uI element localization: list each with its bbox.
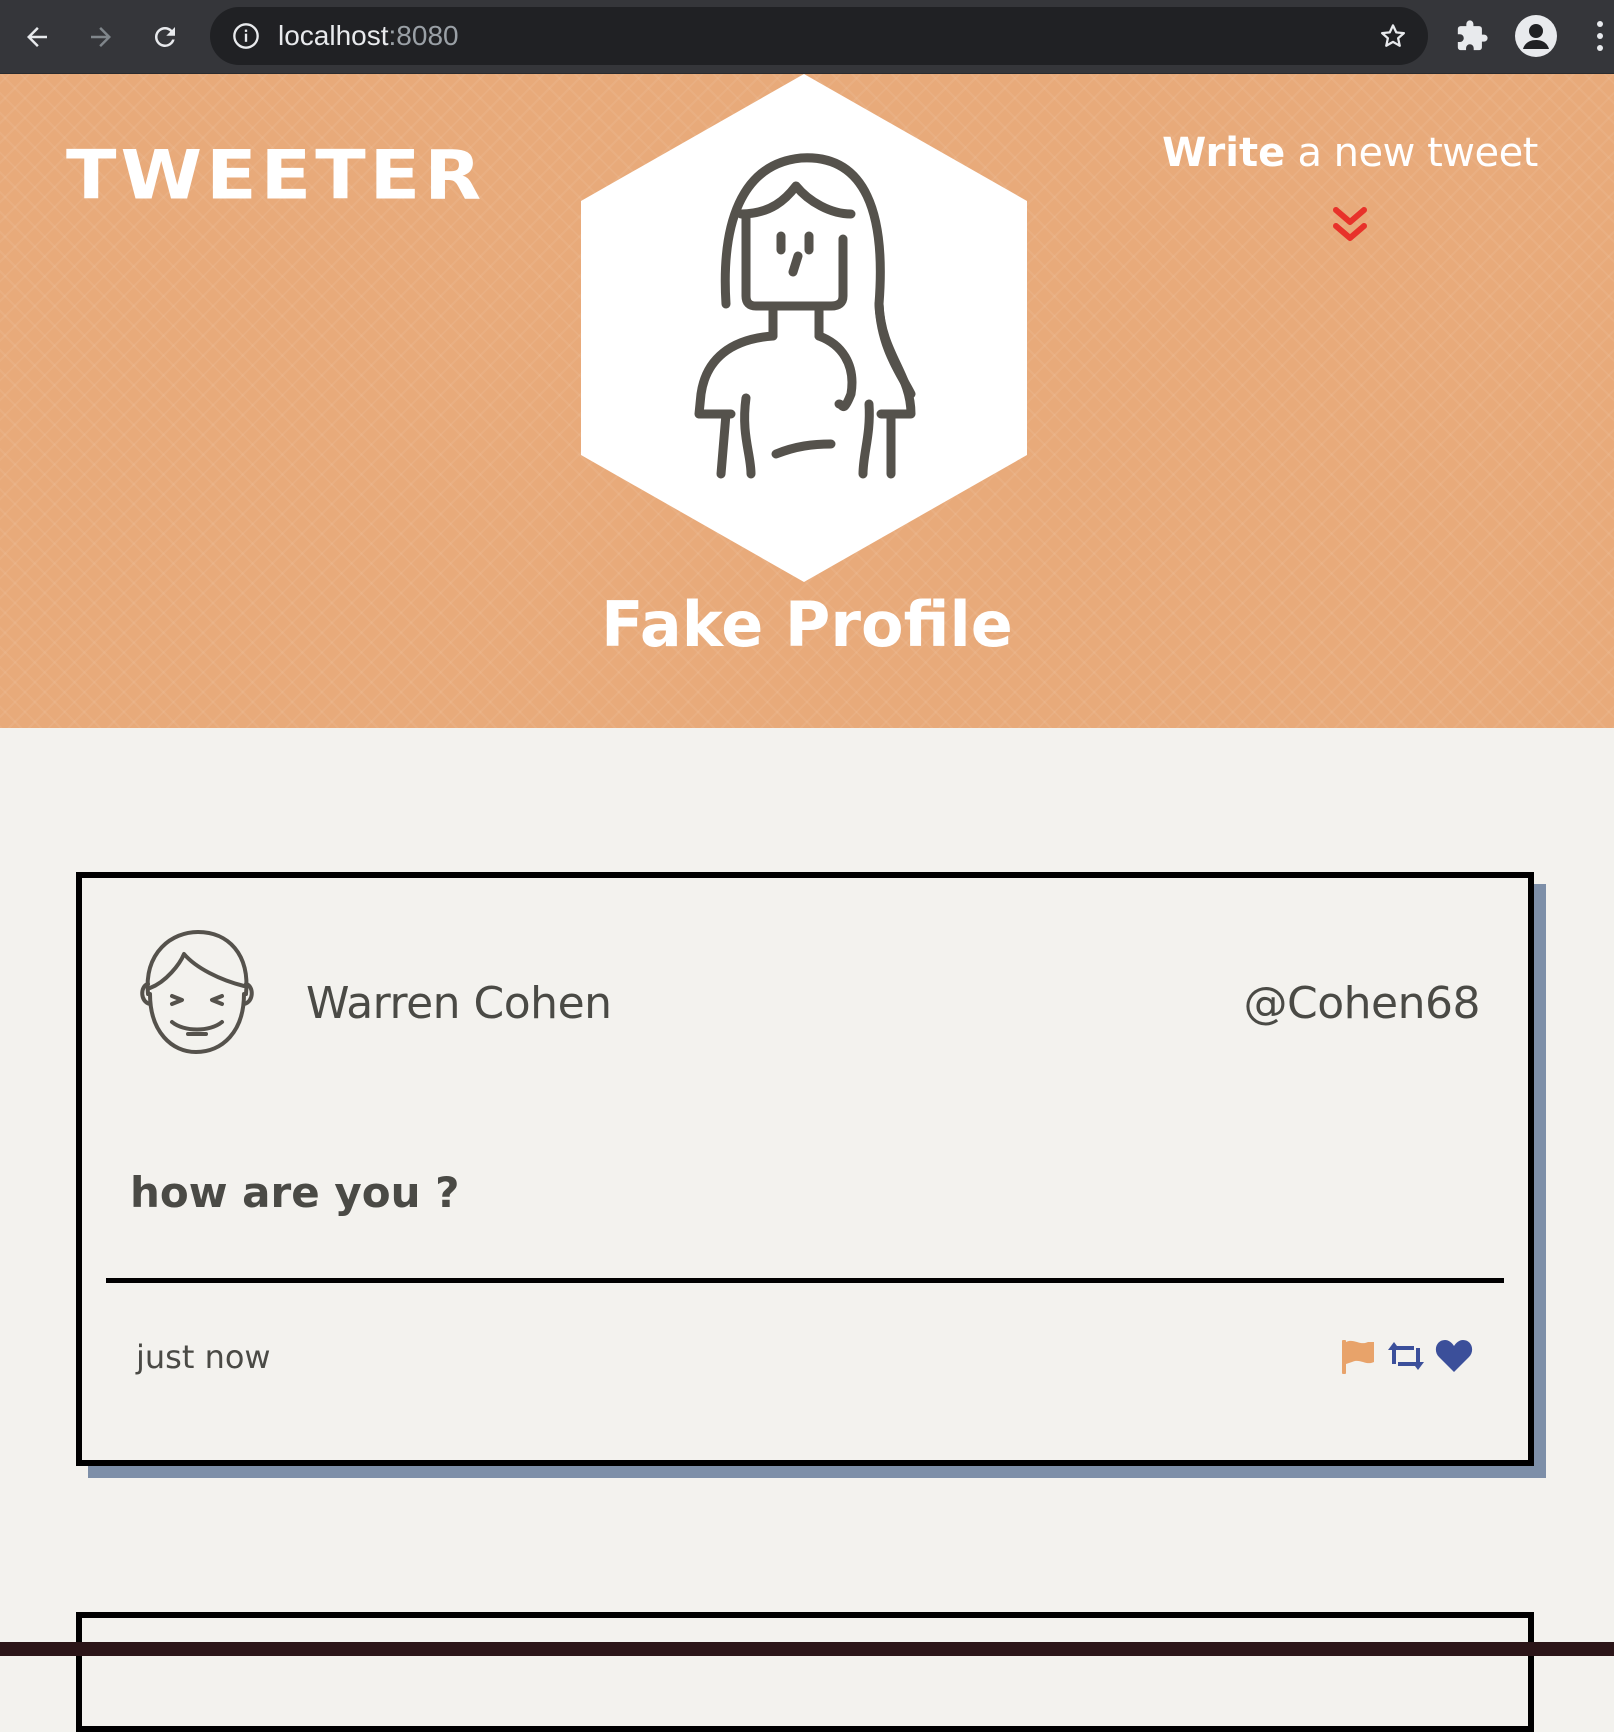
write-label-rest: a new tweet — [1285, 130, 1538, 176]
browser-toolbar: localhost:8080 — [0, 0, 1614, 74]
profile-name: Fake Profile — [601, 588, 1013, 661]
forward-button[interactable] — [82, 18, 120, 56]
forward-arrow-icon — [91, 27, 111, 47]
tweet-content: how are you ? — [130, 1168, 460, 1217]
flag-icon[interactable] — [1338, 1336, 1378, 1376]
tweet-author-name: Warren Cohen — [306, 978, 612, 1029]
url-port: :8080 — [388, 20, 459, 51]
url-text: localhost:8080 — [278, 7, 459, 65]
profile-icon[interactable] — [1515, 15, 1557, 57]
tweet-divider — [106, 1278, 1504, 1283]
site-logo[interactable]: TWEETER — [66, 136, 485, 215]
person-icon — [1523, 24, 1549, 49]
write-new-tweet-link[interactable]: Write a new tweet — [1130, 130, 1570, 176]
window-bottom-edge — [0, 1642, 1614, 1656]
tweet-author-handle: @Cohen68 — [1243, 978, 1481, 1029]
tweet-card-partial — [76, 1612, 1534, 1732]
puzzle-icon[interactable] — [1455, 19, 1489, 53]
address-bar[interactable]: localhost:8080 — [210, 7, 1428, 65]
back-button[interactable] — [18, 18, 56, 56]
profile-avatar — [581, 74, 1027, 582]
info-icon[interactable] — [232, 22, 260, 50]
heart-icon[interactable] — [1434, 1336, 1474, 1376]
tweet-card: Warren Cohen @Cohen68 how are you ? just… — [76, 872, 1534, 1466]
user-avatar — [140, 930, 254, 1054]
retweet-icon[interactable] — [1386, 1336, 1426, 1376]
reload-icon — [154, 26, 175, 47]
star-icon[interactable] — [1378, 21, 1408, 51]
double-chevron-down-icon[interactable] — [1332, 206, 1368, 246]
tweet-actions — [1338, 1336, 1474, 1376]
write-label-bold: Write — [1162, 130, 1286, 176]
profile-header: TWEETER Write a new tweet Fake Profile — [0, 74, 1614, 728]
reload-button[interactable] — [146, 18, 184, 56]
back-arrow-icon — [27, 27, 47, 47]
more-vert-icon[interactable] — [1592, 18, 1608, 54]
tweet-timestamp: just now — [136, 1338, 271, 1376]
url-host: localhost — [278, 20, 389, 51]
